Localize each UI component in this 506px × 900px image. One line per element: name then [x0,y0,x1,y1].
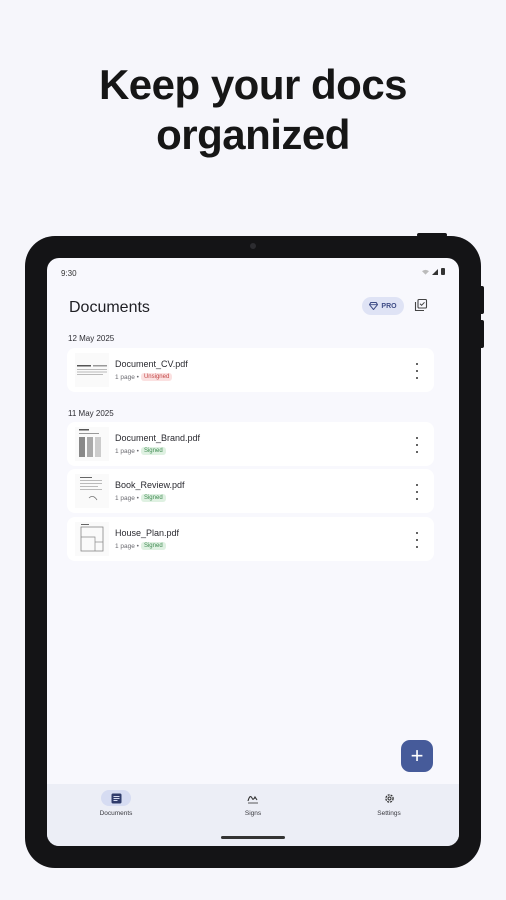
wifi-icon [422,269,429,275]
front-camera [250,243,256,249]
multi-select-icon[interactable] [414,298,428,312]
nav-icon-container [238,790,268,806]
document-thumbnail [75,522,109,556]
more-options-icon[interactable] [414,436,420,454]
document-thumbnail [75,353,109,387]
more-options-icon[interactable] [414,362,420,380]
nav-icon-container [374,790,404,806]
top-button [417,233,447,237]
document-name: Book_Review.pdf [115,480,185,490]
page-count: 1 page • [115,373,139,381]
battery-icon [441,268,445,275]
status-bar: 9:30 [47,258,459,280]
document-name: House_Plan.pdf [115,528,180,538]
nav-item-settings[interactable]: Settings [349,790,429,817]
more-options-icon[interactable] [414,531,420,549]
page-count: 1 page • [115,494,139,502]
nav-icon-container [101,790,131,806]
document-meta: 1 page • Unsigned [115,373,173,381]
document-thumbnail [75,427,109,461]
signal-icon [432,268,438,275]
status-icons [422,268,445,275]
date-header: 12 May 2025 [68,334,115,343]
nav-label: Settings [377,810,401,817]
document-item[interactable]: Book_Review.pdf 1 page • Signed [67,469,434,513]
date-header: 11 May 2025 [68,409,114,418]
status-badge: Signed [140,494,166,502]
status-badge: Signed [140,542,166,550]
volume-down-button [479,320,484,348]
headline: Keep your docs organized [0,60,506,160]
gear-icon [384,793,394,803]
document-item[interactable]: Document_Brand.pdf 1 page • Signed [67,422,434,466]
more-options-icon[interactable] [414,483,420,501]
headline-line-1: Keep your docs [98,61,408,108]
document-item[interactable]: Document_CV.pdf 1 page • Unsigned [67,348,434,392]
page-title: Documents [69,299,150,316]
volume-up-button [479,286,484,314]
document-thumbnail [75,474,109,508]
document-name: Document_Brand.pdf [115,433,201,443]
nav-item-documents[interactable]: Documents [76,790,156,817]
document-meta: 1 page • Signed [115,447,166,455]
status-badge: Unsigned [140,373,173,381]
page-count: 1 page • [115,542,139,550]
signature-icon [247,795,258,803]
tablet-frame: 9:30 Documents PRO 12 May 2025 Document_… [25,233,484,868]
nav-label: Signs [244,810,262,817]
bottom-navigation: Documents Signs Settings [47,784,459,846]
nav-label: Documents [99,810,133,817]
home-indicator [221,836,285,839]
status-badge: Signed [140,447,166,455]
document-meta: 1 page • Signed [115,542,166,550]
pro-button[interactable]: PRO [362,297,404,315]
document-name: Document_CV.pdf [115,359,188,369]
app-screen: 9:30 Documents PRO 12 May 2025 Document_… [47,258,459,846]
document-meta: 1 page • Signed [115,494,166,502]
status-time: 9:30 [61,269,77,278]
document-item[interactable]: House_Plan.pdf 1 page • Signed [67,517,434,561]
diamond-icon [369,302,379,310]
headline-line-2: organized [156,111,350,158]
add-document-button[interactable]: + [401,740,433,772]
document-icon [111,793,121,803]
app-bar: Documents PRO [47,294,459,324]
nav-item-signs[interactable]: Signs [213,790,293,817]
pro-label: PRO [381,302,397,310]
page-count: 1 page • [115,447,139,455]
